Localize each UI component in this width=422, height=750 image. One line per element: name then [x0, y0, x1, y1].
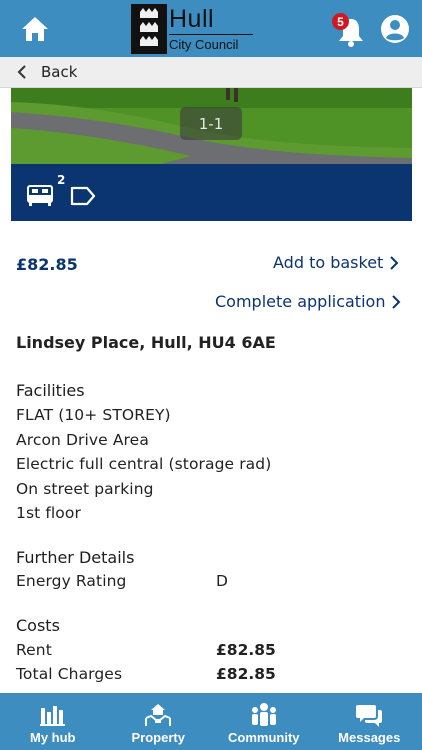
nav-community-label: Community — [228, 730, 300, 745]
logo-divider — [169, 34, 253, 35]
further-details-heading: Further Details — [16, 548, 135, 567]
bed-icon — [27, 185, 53, 206]
energy-rating-label: Energy Rating — [16, 572, 127, 590]
back-button[interactable]: Back — [0, 57, 422, 88]
notification-badge: 5 — [332, 13, 349, 30]
nav-my-hub[interactable]: My hub — [0, 693, 106, 750]
logo-subtitle: City Council — [169, 37, 239, 52]
nav-property-label: Property — [131, 730, 185, 745]
user-icon — [381, 15, 409, 43]
chevron-right-icon — [392, 294, 401, 309]
community-icon — [251, 703, 276, 726]
gallery-pager: 1-1 — [180, 107, 242, 140]
facilities-heading: Facilities — [16, 381, 85, 400]
rent-label: Rent — [16, 641, 52, 659]
total-charges-label: Total Charges — [16, 665, 123, 683]
back-label: Back — [41, 63, 78, 81]
bedroom-count: 2 — [57, 173, 66, 187]
facility-item: FLAT (10+ STOREY) — [16, 406, 171, 424]
app-header: Hull City Council 5 — [0, 0, 422, 57]
complete-application-link[interactable]: Complete application — [215, 292, 401, 311]
hub-icon — [39, 706, 65, 726]
complete-application-label: Complete application — [215, 292, 386, 311]
crest-icon — [131, 4, 167, 54]
home-icon — [22, 17, 48, 41]
chevron-right-icon — [390, 255, 399, 270]
nav-messages[interactable]: Messages — [317, 693, 422, 750]
home-button[interactable] — [18, 12, 52, 46]
facility-item: 1st floor — [16, 504, 81, 522]
costs-heading: Costs — [16, 616, 60, 635]
messages-icon — [356, 705, 383, 727]
property-icon — [145, 704, 172, 726]
energy-rating-value: D — [216, 572, 228, 590]
facility-item: On street parking — [16, 480, 154, 498]
bottom-navigation: My hub Property Community Messages — [0, 693, 422, 750]
nav-my-hub-label: My hub — [30, 730, 76, 745]
add-to-basket-link[interactable]: Add to basket — [273, 253, 399, 272]
total-charges-value: £82.85 — [216, 665, 276, 683]
facility-item: Electric full central (storage rad) — [16, 455, 272, 473]
weekly-price: £82.85 — [16, 255, 78, 274]
nav-messages-label: Messages — [338, 730, 401, 745]
rent-value: £82.85 — [216, 641, 276, 659]
property-summary-bar: 2 — [11, 164, 412, 221]
hull-city-council-logo[interactable]: Hull City Council — [131, 3, 255, 55]
property-address: Lindsey Place, Hull, HU4 6AE — [16, 333, 276, 352]
logo-title: Hull — [169, 5, 215, 33]
chevron-left-icon — [17, 65, 29, 79]
notifications-button[interactable]: 5 — [332, 10, 366, 48]
add-to-basket-label: Add to basket — [273, 253, 384, 272]
nav-community[interactable]: Community — [211, 693, 317, 750]
account-button[interactable] — [380, 14, 410, 44]
tag-icon — [70, 186, 96, 206]
nav-property[interactable]: Property — [106, 693, 212, 750]
facility-item: Arcon Drive Area — [16, 431, 149, 449]
